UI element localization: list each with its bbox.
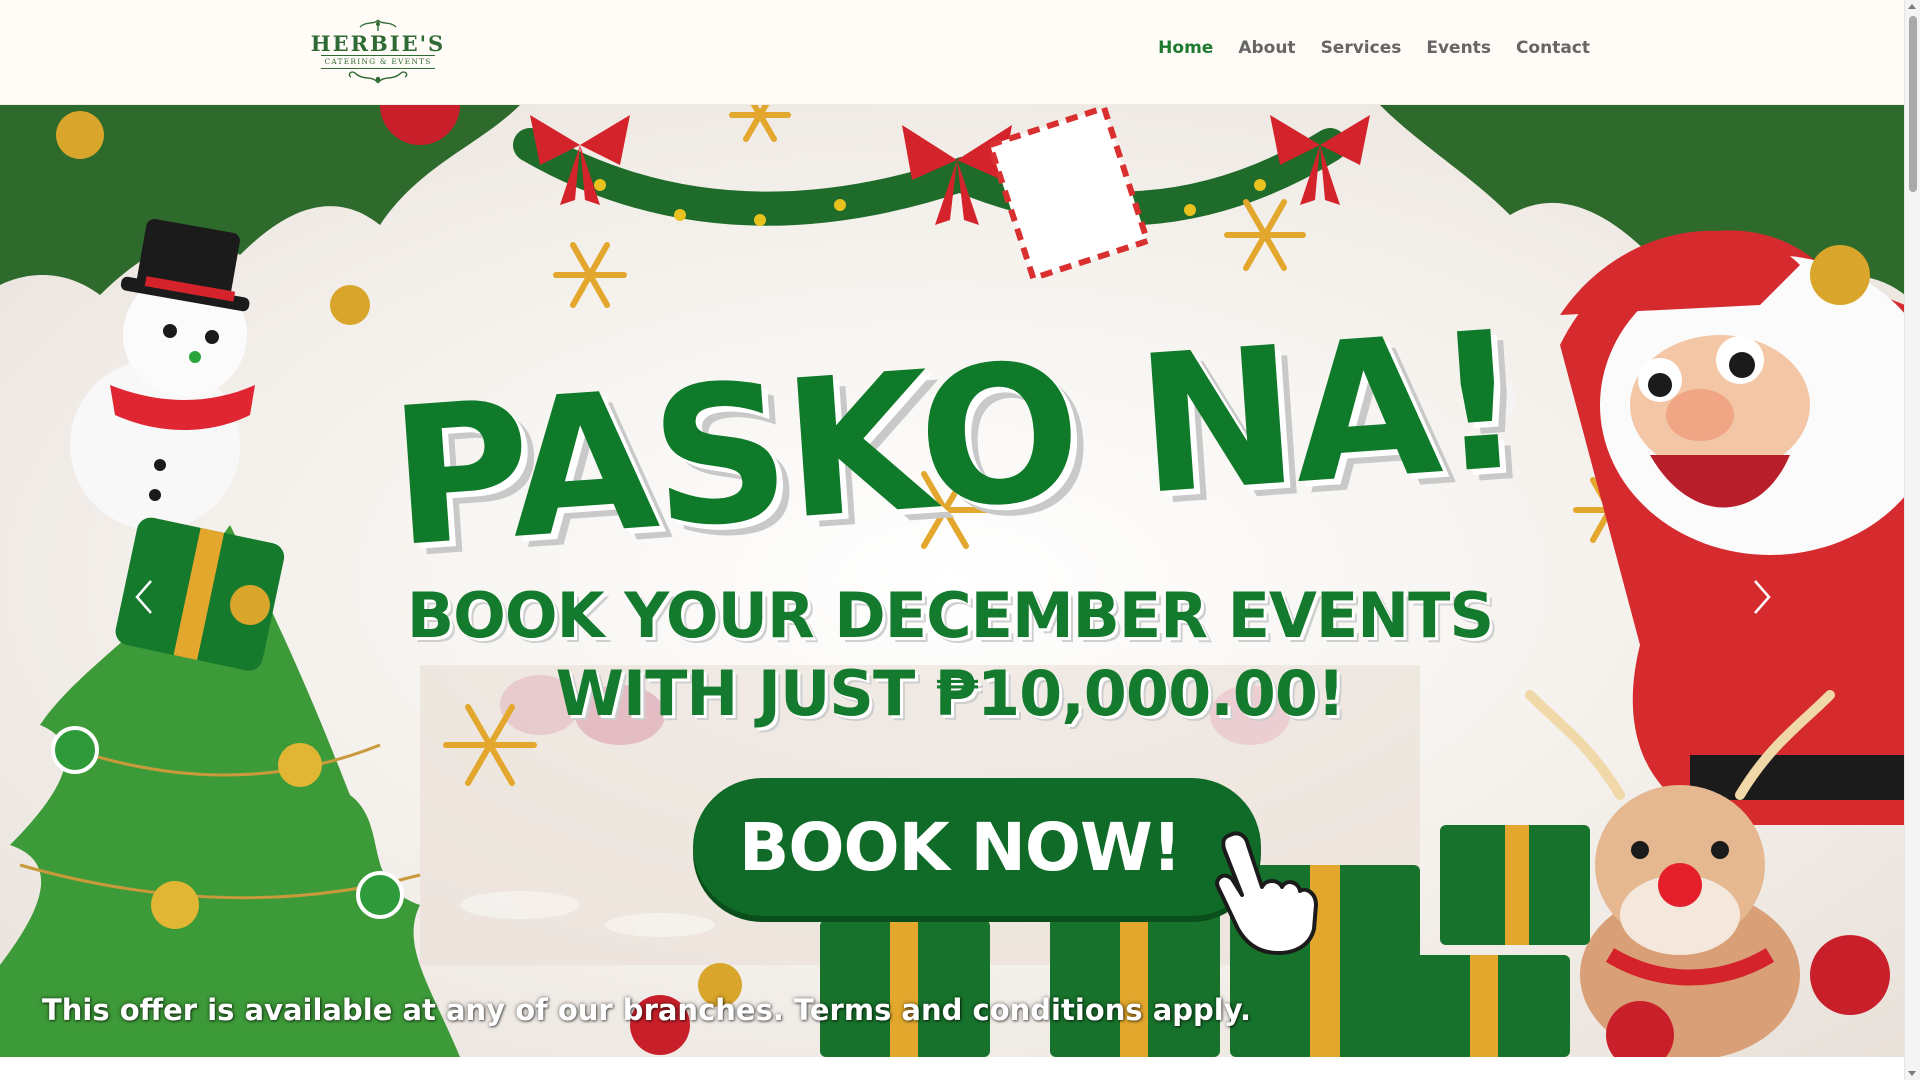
nav-events[interactable]: Events bbox=[1426, 38, 1491, 58]
hero-line-2: WITH JUST ₱10,000.00! bbox=[555, 657, 1346, 730]
book-now-label: BOOK NOW! bbox=[739, 808, 1182, 886]
nav-contact[interactable]: Contact bbox=[1516, 38, 1590, 58]
main-nav: Home About Services Events Contact bbox=[1158, 38, 1590, 58]
logo-subtitle: CATERING & EVENTS bbox=[321, 55, 435, 69]
chevron-right-icon bbox=[1754, 580, 1771, 614]
scroll-up-icon[interactable] bbox=[1908, 4, 1916, 9]
site-header: HERBIE'S CATERING & EVENTS Home About Se… bbox=[0, 0, 1905, 105]
hero-line-1: BOOK YOUR DECEMBER EVENTS bbox=[406, 579, 1494, 652]
slider-next-button[interactable] bbox=[1742, 557, 1782, 637]
site-logo[interactable]: HERBIE'S CATERING & EVENTS bbox=[310, 10, 446, 94]
book-now-button[interactable]: BOOK NOW! bbox=[693, 778, 1261, 916]
nav-home[interactable]: Home bbox=[1158, 38, 1213, 58]
slider-prev-button[interactable] bbox=[124, 557, 164, 637]
chevron-left-icon bbox=[135, 580, 152, 614]
flourish-icon bbox=[348, 71, 408, 84]
envelope bbox=[986, 105, 1152, 282]
page-scrollbar[interactable] bbox=[1904, 0, 1920, 1080]
scroll-thumb[interactable] bbox=[1909, 16, 1917, 192]
scroll-down-icon[interactable] bbox=[1908, 1071, 1916, 1076]
nav-about[interactable]: About bbox=[1238, 38, 1295, 58]
hero-slider: PASKO NA! BOOK YOUR DECEMBER EVENTS WITH… bbox=[0, 105, 1905, 1057]
logo-title: HERBIE'S bbox=[310, 31, 446, 56]
offer-fine-print: This offer is available at any of our br… bbox=[42, 993, 1251, 1027]
nav-services[interactable]: Services bbox=[1321, 38, 1402, 58]
pointer-hand-icon bbox=[1215, 831, 1318, 955]
page-below-hero bbox=[0, 1057, 1905, 1080]
